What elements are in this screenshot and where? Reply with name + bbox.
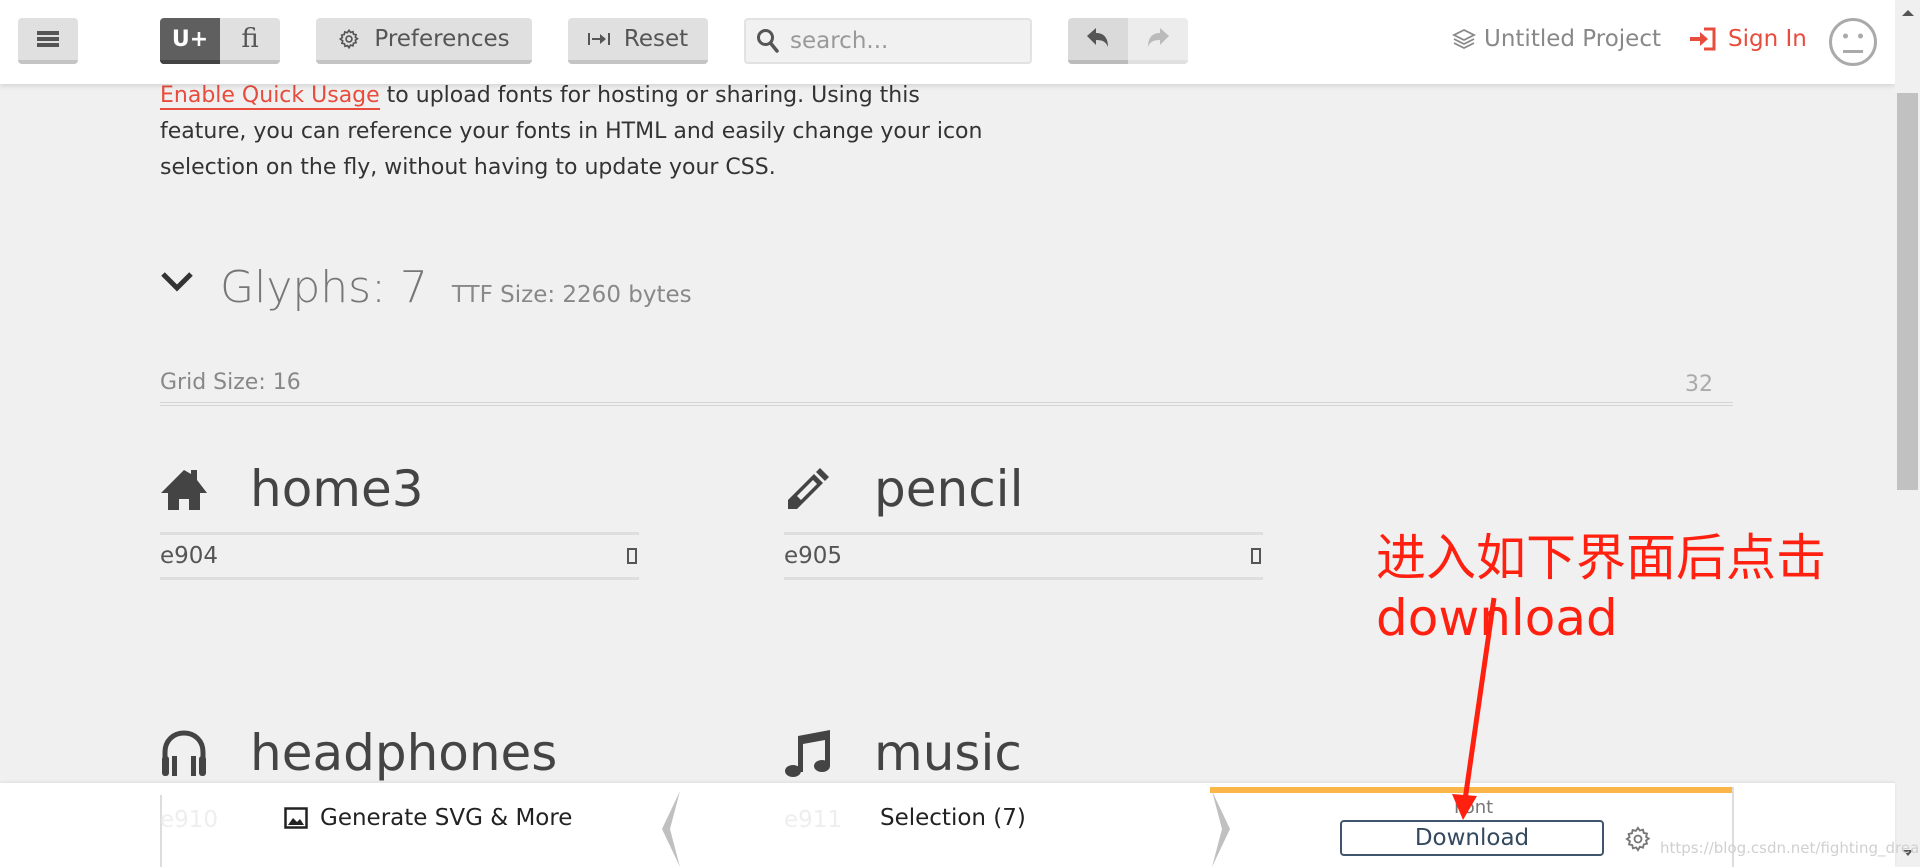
glyph-card[interactable]: music [784,722,1263,784]
chevron-down-icon[interactable] [160,264,194,298]
undo-button[interactable] [1068,18,1128,64]
glyph-card[interactable]: pencil e905 [784,458,1263,580]
home-icon [160,463,212,515]
bottom-action-bar: e910 e911 Generate SVG & More Selection … [0,783,1920,867]
music-icon [784,727,836,779]
glyphs-count-title: Glyphs: 7 [220,262,428,313]
ttf-size: TTF Size: 2260 bytes [451,282,692,308]
generate-svg-button[interactable]: Generate SVG & More [284,805,572,831]
download-button[interactable]: Download [1340,820,1604,856]
chevron-left-separator-icon [662,791,680,867]
grid-size-max: 32 [1685,372,1713,397]
headphones-icon [160,727,212,779]
unicode-mode-button[interactable]: U+ [160,18,220,64]
annotation-text: 进入如下界面后点击 download [1376,528,1826,648]
annotation-line-1: 进入如下界面后点击 [1376,529,1826,587]
glyph-name: headphones [250,724,558,782]
project-name[interactable]: Untitled Project [1452,26,1661,52]
font-label: Font [1454,797,1494,818]
glyph-code[interactable]: e905 [784,543,842,569]
annotation-line-2: download [1376,589,1618,647]
preferences-button[interactable]: Preferences [316,18,532,64]
glyphs-section-header: Glyphs: 7 TTF Size: 2260 bytes [160,262,692,313]
pencil-icon [784,463,836,515]
glyph-preview-box [1251,548,1261,564]
glyph-card[interactable]: home3 e904 [160,458,639,580]
reset-button[interactable]: Reset [568,18,708,64]
vertical-scrollbar[interactable] [1895,0,1920,867]
gear-icon[interactable] [1624,825,1652,853]
grid-size-label: Grid Size: 16 [160,370,301,395]
font-download-section: Font Download [1210,787,1734,867]
sign-in-label: Sign In [1728,26,1807,52]
hamburger-icon [37,31,59,47]
watermark-url: https://blog.csdn.net/fighting_dream [1660,839,1920,857]
search-icon [756,28,780,54]
menu-button[interactable] [18,18,78,64]
ligature-mode-button[interactable]: fi [220,18,280,64]
gear-icon [338,28,360,50]
tab-arrow-icon [587,31,610,47]
image-icon [284,807,308,829]
history-controls [1068,18,1188,64]
undo-icon [1087,27,1109,51]
neutral-face-icon [1829,18,1877,66]
enable-quick-usage-link[interactable]: Enable Quick Usage [160,83,380,110]
scrollbar-thumb[interactable] [1897,93,1918,490]
scroll-up-arrow-icon[interactable] [1902,10,1914,16]
reset-label: Reset [623,26,689,52]
top-toolbar: U+ fi Preferences Reset search... Untitl… [0,0,1895,84]
glyph-name: music [874,724,1022,782]
search-input[interactable] [790,28,1010,54]
selection-tab[interactable]: Selection (7) [880,805,1026,831]
glyph-code-ghost: e910 [160,807,219,833]
quick-usage-description: Enable Quick Usage to upload fonts for h… [160,78,1010,186]
font-tab-indicator [1210,787,1732,793]
project-name-label: Untitled Project [1484,26,1661,52]
glyph-mode-toggle: U+ fi [160,18,280,64]
glyph-code[interactable]: e904 [160,543,218,569]
glyph-card[interactable]: headphones [160,722,639,784]
redo-icon [1147,27,1169,51]
sign-in-icon [1690,27,1716,51]
redo-button[interactable] [1128,18,1188,64]
search-box [744,18,1032,64]
glyph-name: home3 [250,460,424,518]
glyph-preview-box [627,548,637,564]
layers-icon [1452,28,1476,50]
glyph-code-ghost: e911 [784,807,843,833]
grid-size-slider[interactable]: Grid Size: 16 32 [160,368,1733,406]
avatar[interactable] [1828,17,1878,67]
glyph-name: pencil [874,460,1024,518]
generate-svg-label: Generate SVG & More [320,805,573,831]
preferences-label: Preferences [374,26,510,52]
sign-in-link[interactable]: Sign In [1690,26,1807,52]
